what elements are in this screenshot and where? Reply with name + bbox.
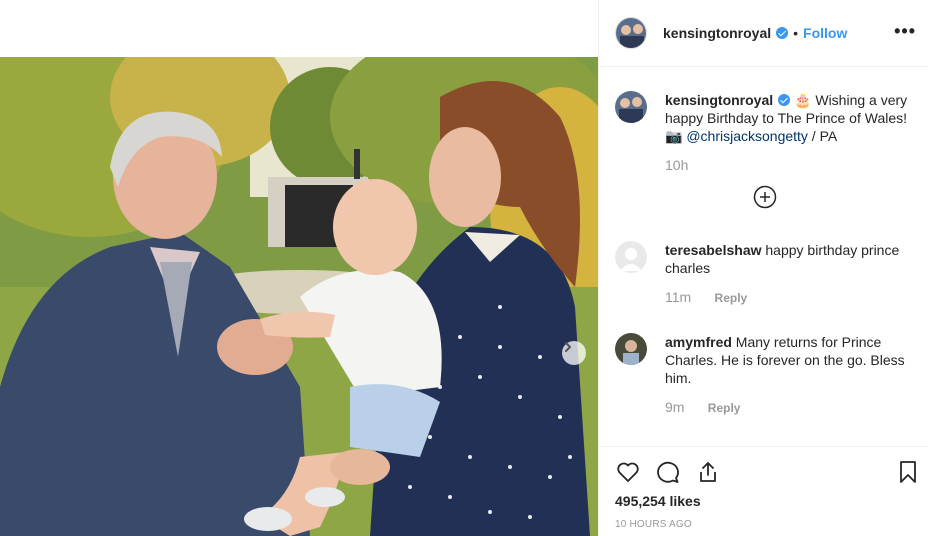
caption-age[interactable]: 10h [665,157,688,173]
caption-body-end: / PA [807,128,838,144]
plus-circle-icon[interactable] [753,185,777,209]
mention-link[interactable]: @chrisjacksongetty [686,128,808,144]
comment-item: amymfred Many returns for Prince Charles… [615,333,915,415]
verified-badge-icon [778,94,791,106]
post-photo[interactable] [0,57,598,536]
next-photo-button[interactable] [562,341,586,365]
post-actions: 495,254 likes 10 HOURS AGO [599,446,928,536]
commenter-avatar[interactable] [615,333,647,365]
comment-username[interactable]: teresabelshaw [665,242,762,258]
comment-meta: 11m Reply [665,289,915,305]
author-username[interactable]: kensingtonroyal [663,25,771,41]
share-icon[interactable] [695,459,721,485]
verified-badge-icon [776,27,789,39]
comment-text: teresabelshaw happy birthday prince char… [665,241,915,277]
bookmark-icon[interactable] [895,459,921,485]
likes-count[interactable]: 495,254 likes [615,493,701,509]
comment-username[interactable]: amymfred [665,334,732,350]
separator-dot: • [793,25,799,41]
comment-age[interactable]: 9m [665,399,684,415]
author-avatar[interactable] [615,17,647,49]
chevron-right-icon [565,342,571,352]
comment-age[interactable]: 11m [665,289,691,305]
reply-button[interactable]: Reply [708,401,741,415]
post-side-panel: kensingtonroyal • Follow ••• kensingtonr… [598,0,928,536]
follow-button[interactable]: Follow [803,25,847,41]
post-header: kensingtonroyal • Follow ••• [599,0,928,67]
caption: kensingtonroyal 🎂 Wishing a very happy B… [615,91,915,173]
comment-text: amymfred Many returns for Prince Charles… [665,333,915,387]
author-avatar[interactable] [615,91,647,123]
caption-text: kensingtonroyal 🎂 Wishing a very happy B… [665,91,915,145]
caption-username[interactable]: kensingtonroyal [665,92,773,108]
commenter-avatar[interactable] [615,241,647,273]
comment-bubble-icon[interactable] [655,459,681,485]
photo-illustration [0,57,598,536]
post-timestamp[interactable]: 10 HOURS AGO [615,519,692,530]
more-options-icon[interactable]: ••• [894,22,916,40]
caption-meta: 10h [665,157,915,173]
heart-icon[interactable] [615,459,641,485]
reply-button[interactable]: Reply [715,291,748,305]
post-media-area [0,0,598,536]
comment-item: teresabelshaw happy birthday prince char… [615,241,915,305]
comments-list[interactable]: kensingtonroyal 🎂 Wishing a very happy B… [599,68,928,444]
comment-meta: 9m Reply [665,399,915,415]
